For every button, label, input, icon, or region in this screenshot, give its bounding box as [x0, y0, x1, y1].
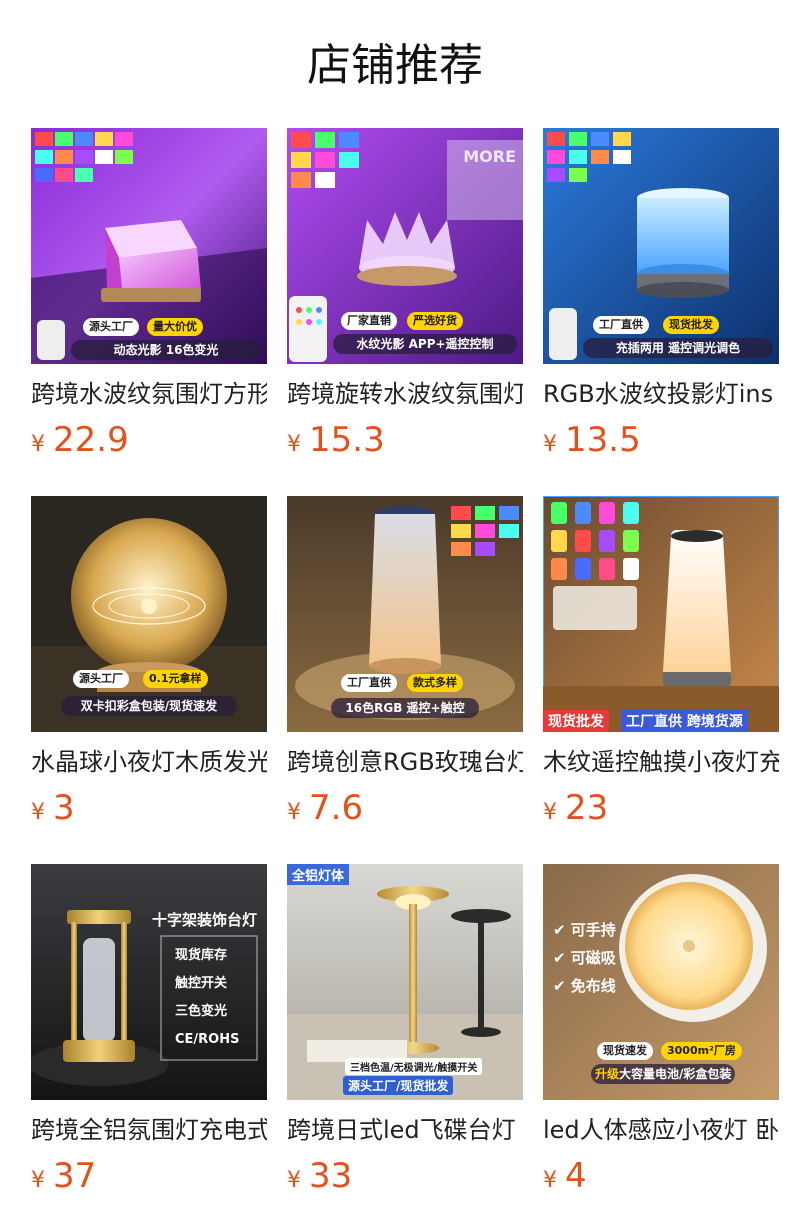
- product-price: ¥23: [543, 784, 608, 832]
- image-caption: 动态光影 16色变光: [71, 340, 261, 360]
- price-value: 23: [565, 788, 609, 828]
- price-value: 7.6: [309, 788, 364, 828]
- upgrade-label: 升级: [595, 1067, 620, 1081]
- badge-factory-direct: 工厂直供: [593, 316, 649, 334]
- product-card[interactable]: 工厂直供 款式多样 16色RGB 遥控+触控 跨境创意RGB玫瑰台灯 ¥7.6: [287, 496, 523, 836]
- price-value: 33: [309, 1156, 353, 1196]
- feature-item: ✔ 可磁吸: [553, 949, 616, 967]
- badge-factory-size: 3000m²厂房: [661, 1042, 742, 1060]
- check-icon: ✔: [553, 949, 571, 967]
- feature-item: CE/ROHS: [175, 1032, 240, 1047]
- product-name[interactable]: 水晶球小夜灯木质发光: [31, 742, 267, 782]
- product-image[interactable]: 源头工厂 0.1元拿样 双卡扣彩盒包装/现货速发: [31, 496, 267, 732]
- feature-item: 触控开关: [175, 976, 228, 991]
- product-name[interactable]: 跨境日式led飞碟台灯: [287, 1110, 523, 1150]
- badge-variety: 款式多样: [407, 674, 463, 692]
- check-icon: ✔: [553, 977, 571, 995]
- currency-symbol: ¥: [287, 1168, 301, 1193]
- page-title: 店铺推荐: [307, 40, 483, 91]
- check-icon: ✔: [553, 921, 571, 939]
- currency-symbol: ¥: [31, 1168, 45, 1193]
- price-value: 4: [565, 1156, 587, 1196]
- badge-source-factory: 源头工厂: [83, 318, 139, 336]
- product-price: ¥7.6: [287, 784, 363, 832]
- badge-direct-sale: 厂家直销: [341, 312, 397, 330]
- product-price: ¥3: [31, 784, 75, 832]
- feature-strip: 三档色温/无极调光/触摸开关: [345, 1058, 483, 1075]
- product-name[interactable]: 木纹遥控触摸小夜灯充电: [543, 742, 779, 782]
- feature-list: ✔ 可手持 ✔ 可磁吸 ✔ 免布线: [553, 916, 616, 1000]
- badge-cross-border: 工厂直供 跨境货源: [621, 710, 748, 732]
- currency-symbol: ¥: [543, 432, 557, 457]
- badge-sample: 0.1元拿样: [143, 670, 208, 688]
- product-image[interactable]: 工厂直供 现货批发 充插两用 遥控调光调色: [543, 128, 779, 364]
- image-caption: 充插两用 遥控调光调色: [583, 338, 773, 358]
- price-value: 37: [53, 1156, 97, 1196]
- currency-symbol: ¥: [543, 1168, 557, 1193]
- badge-promo: 量大价优: [147, 318, 203, 336]
- feature-item: 现货库存: [175, 948, 228, 963]
- product-image[interactable]: ✔ 可手持 ✔ 可磁吸 ✔ 免布线 现货速发 3000m²厂房 升级大容量电池/…: [543, 864, 779, 1100]
- image-caption: 源头工厂/现货批发: [343, 1076, 454, 1095]
- product-price: ¥4: [543, 1152, 587, 1200]
- product-card[interactable]: 全铝灯体 三档色温/无极调光/触摸开关 源头工厂/现货批发 跨境日式led飞碟台…: [287, 864, 523, 1204]
- product-price: ¥37: [31, 1152, 96, 1200]
- feature-list: 现货库存 触控开关 三色变光 CE/ROHS: [175, 942, 239, 1054]
- image-watermark: MORE: [463, 147, 516, 166]
- product-image[interactable]: 工厂直供 款式多样 16色RGB 遥控+触控: [287, 496, 523, 732]
- badge-fast-ship: 现货速发: [597, 1042, 653, 1060]
- currency-symbol: ¥: [31, 800, 45, 825]
- price-value: 13.5: [565, 420, 641, 460]
- feature-item: ✔ 免布线: [553, 977, 616, 995]
- product-image[interactable]: 十字架装饰台灯 现货库存 触控开关 三色变光 CE/ROHS: [31, 864, 267, 1100]
- price-value: 15.3: [309, 420, 385, 460]
- product-price: ¥33: [287, 1152, 352, 1200]
- product-name[interactable]: 跨境创意RGB玫瑰台灯: [287, 742, 523, 782]
- image-caption: 水纹光影 APP+遥控控制: [333, 334, 517, 354]
- feature-item: 三色变光: [175, 1004, 228, 1019]
- currency-symbol: ¥: [31, 432, 45, 457]
- product-card[interactable]: 工厂直供 现货批发 充插两用 遥控调光调色 RGB水波纹投影灯ins ¥13.5: [543, 128, 779, 468]
- product-card[interactable]: MORE 厂家直销 严选好货 水纹光影 APP+遥控控制 跨境旋转水波纹氛围灯 …: [287, 128, 523, 468]
- currency-symbol: ¥: [287, 432, 301, 457]
- image-caption: 升级大容量电池/彩盒包装: [591, 1064, 735, 1084]
- product-name[interactable]: led人体感应小夜灯 卧室: [543, 1110, 779, 1150]
- product-image[interactable]: MORE 厂家直销 严选好货 水纹光影 APP+遥控控制: [287, 128, 523, 364]
- badge-factory-direct: 工厂直供: [341, 674, 397, 692]
- badge-all-aluminium: 全铝灯体: [287, 864, 350, 885]
- product-name[interactable]: 跨境水波纹氛围灯方形: [31, 374, 267, 414]
- image-heading: 十字架装饰台灯: [152, 911, 258, 929]
- badge-wholesale: 现货批发: [543, 710, 609, 732]
- product-card[interactable]: 源头工厂 量大价优 动态光影 16色变光 跨境水波纹氛围灯方形 ¥22.9: [31, 128, 267, 468]
- product-name[interactable]: 跨境旋转水波纹氛围灯: [287, 374, 523, 414]
- product-name[interactable]: 跨境全铝氛围灯充电式: [31, 1110, 267, 1150]
- currency-symbol: ¥: [543, 800, 557, 825]
- touch-night-lamp-image: [543, 496, 779, 732]
- image-caption: 双卡扣彩盒包装/现货速发: [61, 696, 237, 716]
- product-price: ¥15.3: [287, 416, 385, 464]
- product-card[interactable]: 十字架装饰台灯 现货库存 触控开关 三色变光 CE/ROHS 跨境全铝氛围灯充电…: [31, 864, 267, 1204]
- product-card[interactable]: ✔ 可手持 ✔ 可磁吸 ✔ 免布线 现货速发 3000m²厂房 升级大容量电池/…: [543, 864, 779, 1204]
- feature-item: ✔ 可手持: [553, 921, 616, 939]
- price-value: 3: [53, 788, 75, 828]
- currency-symbol: ¥: [287, 800, 301, 825]
- water-projection-lamp-image: [543, 128, 779, 364]
- badge-wholesale: 现货批发: [663, 316, 719, 334]
- product-price: ¥22.9: [31, 416, 129, 464]
- product-image[interactable]: 现货批发 工厂直供 跨境货源: [543, 496, 779, 732]
- badge-source-factory: 源头工厂: [73, 670, 129, 688]
- price-value: 22.9: [53, 420, 129, 460]
- product-name[interactable]: RGB水波纹投影灯ins: [543, 374, 779, 414]
- product-card[interactable]: 现货批发 工厂直供 跨境货源 木纹遥控触摸小夜灯充电 ¥23: [543, 496, 779, 836]
- product-image[interactable]: 源头工厂 量大价优 动态光影 16色变光: [31, 128, 267, 364]
- product-card[interactable]: 源头工厂 0.1元拿样 双卡扣彩盒包装/现货速发 水晶球小夜灯木质发光 ¥3: [31, 496, 267, 836]
- badge-quality: 严选好货: [407, 312, 463, 330]
- product-image[interactable]: 全铝灯体 三档色温/无极调光/触摸开关 源头工厂/现货批发: [287, 864, 523, 1100]
- rose-lamp-image: [287, 496, 523, 732]
- image-caption: 16色RGB 遥控+触控: [331, 698, 479, 718]
- product-price: ¥13.5: [543, 416, 641, 464]
